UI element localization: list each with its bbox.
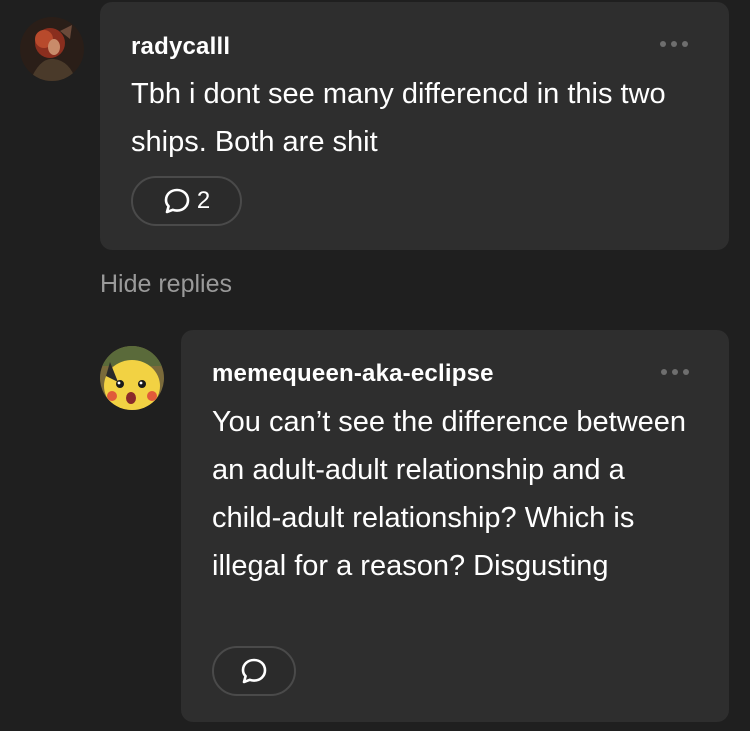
reply-count: 2 xyxy=(196,187,211,214)
comment-text: Tbh i dont see many differencd in this t… xyxy=(131,78,666,158)
hide-replies-link[interactable]: Hide replies xyxy=(100,270,232,299)
speech-bubble-icon xyxy=(164,188,190,214)
comment-card: radycalll Tbh i dont see many differencd… xyxy=(100,2,729,250)
reply-button[interactable]: 2 xyxy=(131,176,242,226)
replier-avatar[interactable] xyxy=(100,346,164,410)
more-options-icon[interactable] xyxy=(661,369,689,375)
more-options-icon[interactable] xyxy=(660,41,688,47)
reply-text: You can’t see the difference between an … xyxy=(212,406,687,582)
comment-username[interactable]: radycalll xyxy=(131,33,230,61)
speech-bubble-icon xyxy=(241,658,267,684)
reply-username[interactable]: memequeen-aka-eclipse xyxy=(212,360,494,388)
reply-button[interactable] xyxy=(212,646,296,696)
reply-card: memequeen-aka-eclipse You can’t see the … xyxy=(181,330,729,722)
commenter-avatar[interactable] xyxy=(20,17,84,81)
